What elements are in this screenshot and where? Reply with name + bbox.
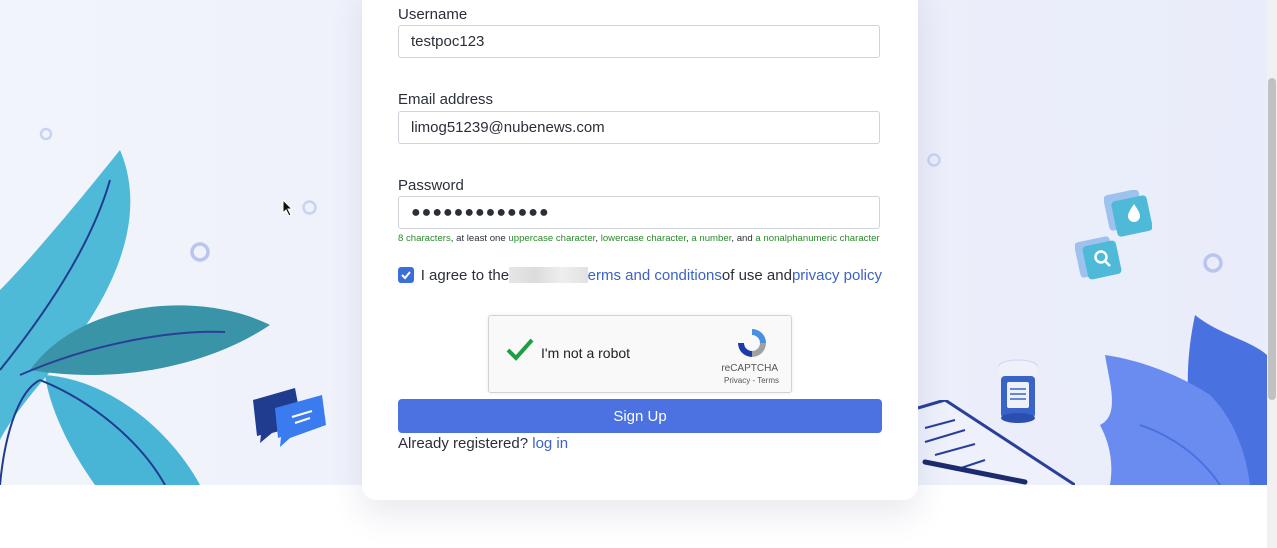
terms-agreement: I agree to the erms and conditions of us…: [398, 264, 882, 286]
check-icon: [401, 271, 411, 280]
chat-bubbles-icon: [253, 388, 326, 447]
hint-length: 8 characters: [398, 233, 451, 244]
mouse-cursor-icon: [282, 199, 294, 217]
hint-number: a number: [691, 233, 732, 244]
ring-decoration: [302, 200, 317, 215]
redacted-text: [509, 267, 588, 283]
password-requirements-hint: 8 characters, at least one uppercase cha…: [398, 233, 880, 244]
hint-lowercase: lowercase character: [600, 233, 687, 244]
page-scrollbar[interactable]: [1267, 0, 1277, 548]
agree-prefix: I agree to the: [420, 266, 510, 284]
captcha-label: I'm not a robot: [541, 345, 631, 361]
checkmark-icon[interactable]: [505, 337, 535, 363]
ring-decoration: [927, 153, 941, 167]
recaptcha-logo-icon: [738, 329, 766, 357]
leaf-illustration-left: [0, 150, 270, 485]
water-drop-icon: [1104, 190, 1152, 237]
hint-text: , at least one: [450, 233, 509, 244]
password-input[interactable]: ●●●●●●●●●●●●●: [398, 196, 880, 229]
already-registered: Already registered? log in: [398, 435, 568, 452]
ring-decoration: [39, 127, 53, 141]
captcha-privacy-terms[interactable]: Privacy - Terms: [724, 376, 779, 385]
hint-uppercase: uppercase character: [508, 233, 596, 244]
username-input[interactable]: testpoc123: [398, 25, 880, 58]
search-icon: [1075, 236, 1122, 280]
scrollbar-thumb[interactable]: [1268, 78, 1276, 400]
email-label: Email address: [398, 91, 494, 108]
clipboard-pen-illustration: [915, 400, 1075, 485]
password-label: Password: [398, 177, 464, 194]
terms-link[interactable]: erms and conditions: [588, 267, 722, 284]
hint-nonalphanumeric: a nonalphanumeric character: [755, 233, 880, 244]
login-link[interactable]: log in: [532, 435, 568, 452]
terms-checkbox[interactable]: [398, 267, 414, 283]
agree-middle: of use and: [721, 266, 792, 284]
ring-decoration: [190, 242, 210, 262]
captcha-brand: reCAPTCHA: [721, 363, 778, 374]
hint-text: , and: [731, 233, 756, 244]
sign-up-button[interactable]: Sign Up: [398, 399, 882, 433]
ring-decoration: [1203, 253, 1223, 273]
recaptcha-widget[interactable]: I'm not a robot reCAPTCHA Privacy - Term…: [488, 315, 792, 393]
privacy-policy-link[interactable]: privacy policy: [792, 267, 882, 284]
already-registered-text: Already registered?: [398, 435, 533, 452]
leaf-illustration-right: [1100, 315, 1267, 485]
username-label: Username: [398, 6, 468, 23]
email-input[interactable]: limog51239@nubenews.com: [398, 111, 880, 144]
signup-card: Username testpoc123 Email address limog5…: [362, 0, 918, 500]
